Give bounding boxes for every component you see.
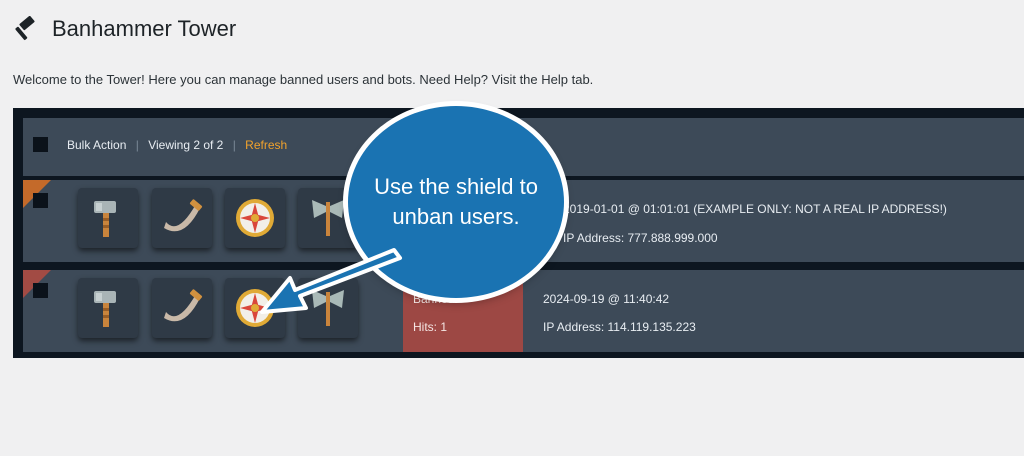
bulk-action-button[interactable]: Bulk Action — [67, 138, 126, 152]
horn-button[interactable] — [152, 278, 212, 338]
separator: | — [232, 138, 236, 152]
axe-icon — [312, 290, 344, 326]
refresh-link[interactable]: Refresh — [245, 138, 287, 152]
page-header: Banhammer Tower — [14, 16, 236, 42]
page-title: Banhammer Tower — [52, 16, 237, 41]
ip-address: IP Address: 777.888.999.000 — [563, 231, 718, 245]
ban-button[interactable] — [78, 278, 138, 338]
shield-icon — [236, 289, 274, 327]
horn-icon — [164, 289, 203, 322]
horn-icon — [164, 199, 203, 232]
intro-text: Welcome to the Tower! Here you can manag… — [13, 72, 594, 87]
hammer-icon — [15, 16, 35, 41]
ban-button[interactable] — [78, 188, 138, 248]
row-checkbox[interactable] — [33, 193, 48, 208]
shield-button[interactable] — [225, 278, 285, 338]
ban-date: 2024-09-19 @ 11:40:42 — [543, 292, 670, 306]
hammer-icon — [94, 291, 116, 327]
shield-icon — [236, 199, 274, 237]
separator: | — [135, 138, 139, 152]
shield-button[interactable] — [225, 188, 285, 248]
axe-button[interactable] — [298, 278, 358, 338]
hits-count: Hits: 1 — [413, 320, 448, 334]
ban-date: 2019-01-01 @ 01:01:01 (EXAMPLE ONLY: NOT… — [563, 202, 947, 216]
viewing-count: Viewing 2 of 2 — [148, 138, 224, 152]
ip-address: IP Address: 114.119.135.223 — [543, 320, 696, 334]
callout-bubble: Use the shield to unban users. — [348, 106, 564, 298]
select-all-checkbox[interactable] — [33, 137, 48, 152]
row-checkbox[interactable] — [33, 283, 48, 298]
axe-icon — [312, 200, 344, 236]
horn-button[interactable] — [152, 188, 212, 248]
table-row: Banned Hits: 1 2024-09-19 @ 11:40:42 IP … — [23, 270, 1024, 352]
callout-text: Use the shield to unban users. — [374, 174, 538, 229]
hammer-icon — [94, 201, 116, 237]
